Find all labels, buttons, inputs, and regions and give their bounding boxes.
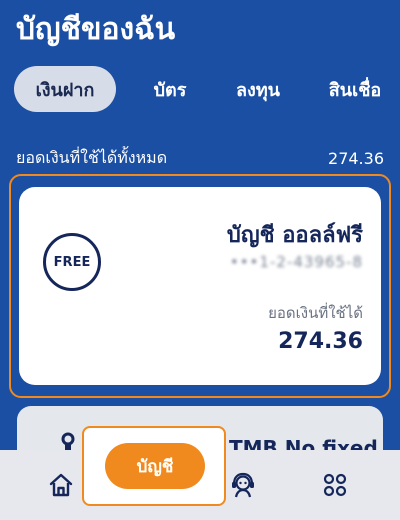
nav-home[interactable] <box>38 450 84 520</box>
available-balance-label: ยอดเงินที่ใช้ได้ <box>268 304 363 322</box>
apps-grid-icon <box>323 473 347 497</box>
free-badge: FREE <box>43 233 101 291</box>
total-available-value: 274.36 <box>328 148 384 168</box>
support-agent-icon <box>232 472 254 498</box>
available-balance-value: 274.36 <box>278 329 363 354</box>
nav-more[interactable] <box>312 450 358 520</box>
page-title: บัญชีของฉัน <box>16 12 176 47</box>
tab-invest[interactable]: ลงทุน <box>220 66 296 112</box>
account-name: บัญชี ออลล์ฟรี <box>226 223 363 248</box>
account-number: •••1-2-43965-8 <box>229 253 363 271</box>
total-available-label: ยอดเงินที่ใช้ได้ทั้งหมด <box>16 147 168 167</box>
nav-support[interactable] <box>220 450 266 520</box>
account-type-tabs: เงินฝาก บัตร ลงทุน สินเชื่อ <box>14 66 400 114</box>
home-icon <box>49 473 73 497</box>
tab-loans[interactable]: สินเชื่อ <box>314 66 396 112</box>
tab-cards[interactable]: บัตร <box>136 66 204 112</box>
nav-accounts-button[interactable]: บัญชี <box>105 443 205 489</box>
account-card[interactable]: FREE บัญชี ออลล์ฟรี •••1-2-43965-8 ยอดเง… <box>19 187 381 385</box>
tab-deposit[interactable]: เงินฝาก <box>14 66 116 112</box>
my-accounts-screen: บัญชีของฉัน เงินฝาก บัตร ลงทุน สินเชื่อ … <box>0 0 400 520</box>
total-available-row: ยอดเงินที่ใช้ได้ทั้งหมด 274.36 <box>16 146 384 170</box>
